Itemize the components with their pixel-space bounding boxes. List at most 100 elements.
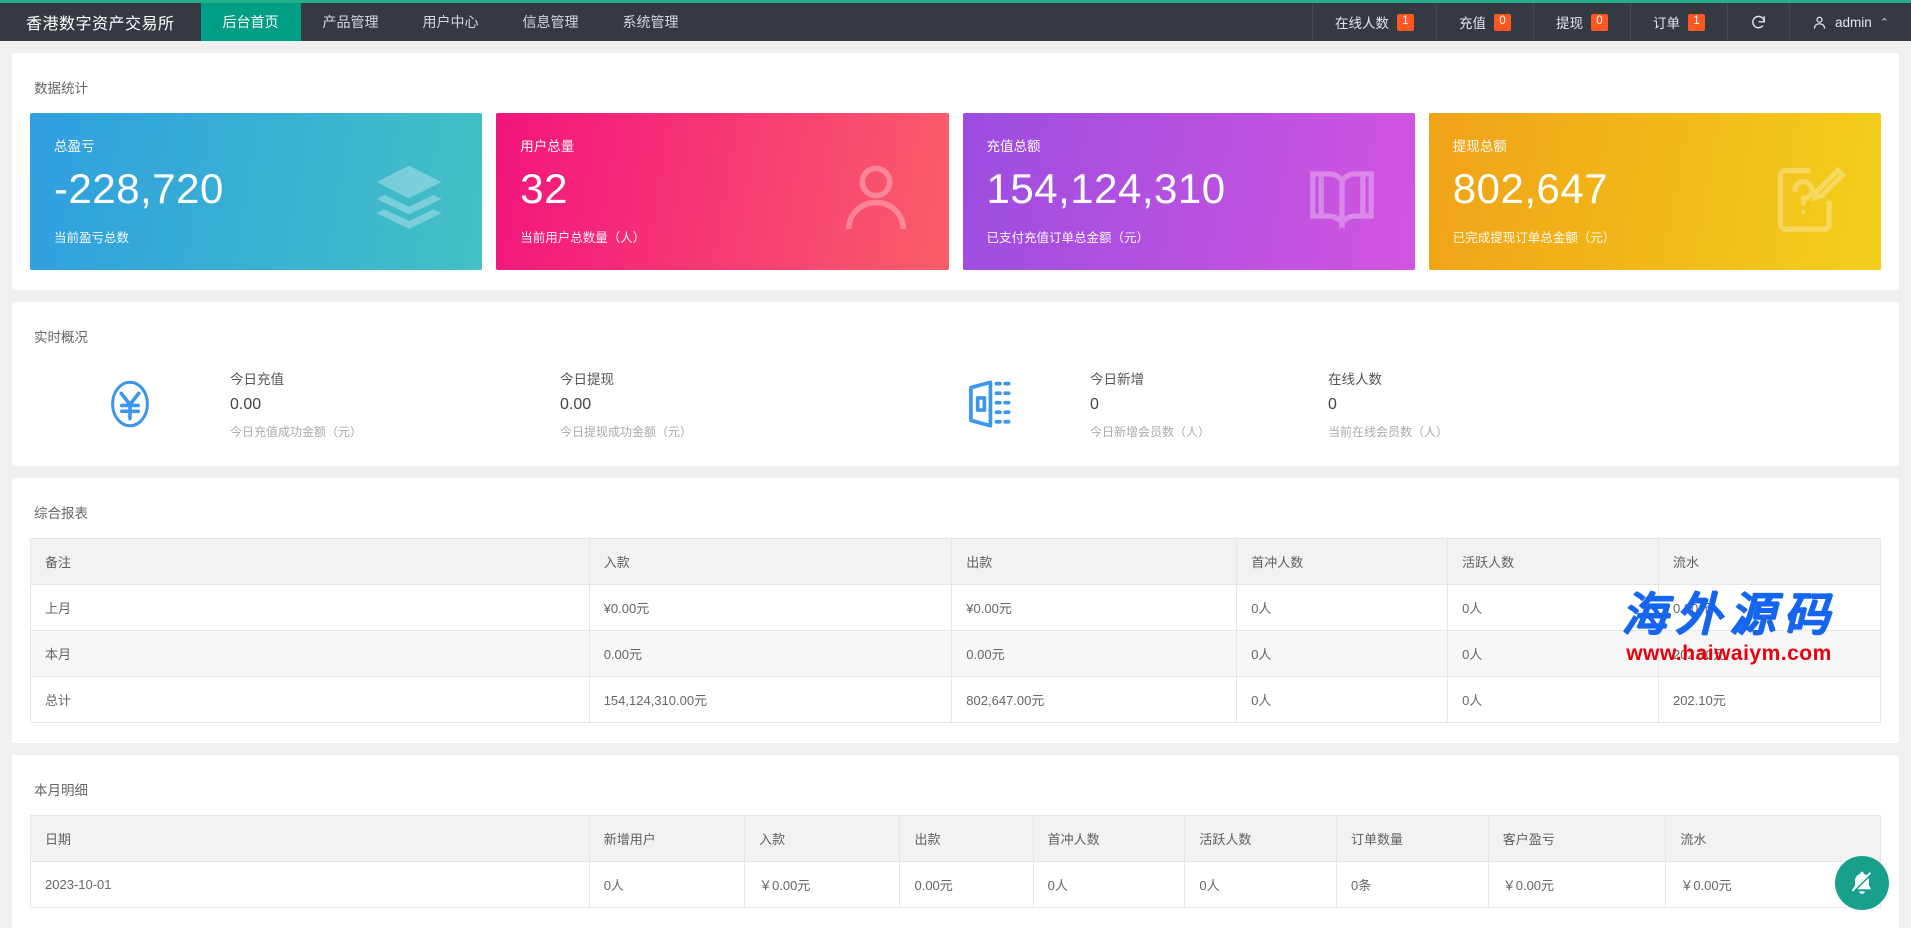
- realtime-right-icon-cell: [890, 378, 1090, 430]
- report-cell: 0人: [1237, 677, 1448, 723]
- report-cell: 上月: [31, 585, 590, 631]
- detail-col-new-users: 新增用户: [589, 816, 744, 862]
- user-icon: [837, 159, 915, 237]
- detail-table-header-row: 日期 新增用户 入款 出款 首冲人数 活跃人数 订单数量 客户盈亏 流水: [31, 816, 1881, 862]
- stat-card-total-recharge[interactable]: 充值总额 154,124,310 已支付充值订单总金额（元）: [963, 113, 1415, 270]
- stat-card-total-withdraw[interactable]: 提现总额 802,647 已完成提现订单总金额（元）: [1429, 113, 1881, 270]
- top-navigation-bar: 香港数字资产交易所 后台首页 产品管理 用户中心 信息管理 系统管理 在线人数 …: [0, 0, 1911, 41]
- report-cell: 0.00元: [589, 631, 952, 677]
- detail-table: 日期 新增用户 入款 出款 首冲人数 活跃人数 订单数量 客户盈亏 流水 202…: [30, 815, 1881, 908]
- header-right-group: 在线人数 1 充值 0 提现 0 订单 1 admin ⌃: [1312, 3, 1911, 41]
- header-orders-label: 订单: [1653, 12, 1680, 32]
- realtime-item-sub: 今日充值成功金额（元）: [230, 423, 560, 440]
- realtime-item-value: 0: [1090, 396, 1328, 414]
- report-col-first-deposit: 首冲人数: [1237, 539, 1448, 585]
- stat-card-label: 用户总量: [520, 135, 924, 155]
- report-cell: 0人: [1448, 677, 1659, 723]
- nav-item-system-management[interactable]: 系统管理: [601, 3, 701, 41]
- header-withdraw[interactable]: 提现 0: [1533, 3, 1630, 41]
- report-panel-title: 综合报表: [34, 502, 1881, 522]
- realtime-item-today-withdraw: 今日提现 0.00 今日提现成功金额（元）: [560, 368, 890, 440]
- table-row: 2023-10-01 0人 ￥0.00元 0.00元 0人 0人 0条 ￥0.0…: [31, 862, 1881, 908]
- detail-cell: 0人: [589, 862, 744, 908]
- report-cell: 总计: [31, 677, 590, 723]
- yuan-currency-icon: [101, 375, 159, 433]
- realtime-item-value: 0.00: [230, 396, 560, 414]
- realtime-item-title: 今日新增: [1090, 368, 1328, 388]
- detail-cell: 0.00元: [900, 862, 1033, 908]
- nav-item-product-management[interactable]: 产品管理: [301, 3, 401, 41]
- stat-card-total-pnl[interactable]: 总盈亏 -228,720 当前盈亏总数: [30, 113, 482, 270]
- edit-note-icon: [1769, 159, 1847, 237]
- chevron-up-icon: ⌃: [1880, 16, 1889, 29]
- stat-card-label: 总盈亏: [54, 135, 458, 155]
- realtime-item-today-new-users: 今日新增 0 今日新增会员数（人）: [1090, 368, 1328, 440]
- realtime-item-title: 在线人数: [1328, 368, 1566, 388]
- realtime-item-value: 0: [1328, 396, 1566, 414]
- realtime-item-value: 0.00: [560, 396, 890, 414]
- header-online-count-label: 在线人数: [1335, 12, 1389, 32]
- user-menu[interactable]: admin ⌃: [1789, 3, 1911, 41]
- stat-card-list: 总盈亏 -228,720 当前盈亏总数 用户总量 32 当前用户总数量（人） 充…: [30, 113, 1881, 270]
- header-online-count-badge: 1: [1397, 14, 1414, 31]
- page-content: 数据统计 总盈亏 -228,720 当前盈亏总数 用户总量 32 当前用户总数量…: [0, 41, 1911, 928]
- report-cell: 0人: [1237, 631, 1448, 677]
- report-col-active-users: 活跃人数: [1448, 539, 1659, 585]
- header-orders[interactable]: 订单 1: [1630, 3, 1727, 41]
- detail-col-order-count: 订单数量: [1337, 816, 1489, 862]
- main-nav: 后台首页 产品管理 用户中心 信息管理 系统管理: [201, 3, 701, 41]
- report-cell: 202.10元: [1658, 631, 1880, 677]
- report-cell: 202.10元: [1658, 677, 1880, 723]
- stat-card-label: 充值总额: [987, 135, 1391, 155]
- report-cell: 本月: [31, 631, 590, 677]
- header-online-count[interactable]: 在线人数 1: [1312, 3, 1436, 41]
- report-table: 备注 入款 出款 首冲人数 活跃人数 流水 上月 ¥0.00元 ¥0.00元 0…: [30, 538, 1881, 723]
- detail-col-date: 日期: [31, 816, 590, 862]
- door-open-icon: [964, 378, 1016, 430]
- report-col-turnover: 流水: [1658, 539, 1880, 585]
- realtime-item-sub: 今日新增会员数（人）: [1090, 423, 1328, 440]
- detail-panel: 本月明细 日期 新增用户 入款 出款 首冲人数 活跃人数 订单数量 客户盈亏 流…: [12, 755, 1899, 928]
- detail-col-deposit: 入款: [745, 816, 900, 862]
- header-recharge-badge: 0: [1494, 14, 1511, 31]
- brand-title: 香港数字资产交易所: [0, 3, 201, 41]
- stat-card-label: 提现总额: [1453, 135, 1857, 155]
- report-cell: ¥0.00元: [952, 585, 1237, 631]
- report-col-withdraw: 出款: [952, 539, 1237, 585]
- nav-item-user-center[interactable]: 用户中心: [401, 3, 501, 41]
- realtime-item-title: 今日提现: [560, 368, 890, 388]
- stat-card-total-users[interactable]: 用户总量 32 当前用户总数量（人）: [496, 113, 948, 270]
- detail-panel-title: 本月明细: [34, 779, 1881, 799]
- detail-cell: 0人: [1033, 862, 1185, 908]
- realtime-panel-title: 实时概况: [34, 326, 1881, 346]
- realtime-left-icon-cell: [30, 375, 230, 433]
- detail-col-turnover: 流水: [1666, 816, 1881, 862]
- detail-col-customer-pnl: 客户盈亏: [1488, 816, 1666, 862]
- realtime-panel: 实时概况 今日充值 0.00 今日充值成功金额（元） 今日提现 0.00 今日提…: [12, 302, 1899, 466]
- detail-cell: ￥0.00元: [745, 862, 900, 908]
- username-label: admin: [1835, 15, 1872, 30]
- bell-muted-icon: [1848, 869, 1876, 897]
- table-row: 本月 0.00元 0.00元 0人 0人 202.10元: [31, 631, 1881, 677]
- header-withdraw-badge: 0: [1591, 14, 1608, 31]
- realtime-item-title: 今日充值: [230, 368, 560, 388]
- refresh-button[interactable]: [1727, 3, 1789, 41]
- header-recharge[interactable]: 充值 0: [1436, 3, 1533, 41]
- refresh-icon: [1750, 14, 1767, 31]
- header-withdraw-label: 提现: [1556, 12, 1583, 32]
- report-col-deposit: 入款: [589, 539, 952, 585]
- detail-col-active-users: 活跃人数: [1185, 816, 1337, 862]
- detail-cell: 0人: [1185, 862, 1337, 908]
- detail-cell: 0条: [1337, 862, 1489, 908]
- notification-toggle-button[interactable]: [1835, 856, 1889, 910]
- report-cell: 154,124,310.00元: [589, 677, 952, 723]
- nav-item-info-management[interactable]: 信息管理: [501, 3, 601, 41]
- layers-icon: [370, 159, 448, 237]
- report-col-remark: 备注: [31, 539, 590, 585]
- realtime-item-today-recharge: 今日充值 0.00 今日充值成功金额（元）: [230, 368, 560, 440]
- header-orders-badge: 1: [1688, 14, 1705, 31]
- table-row: 总计 154,124,310.00元 802,647.00元 0人 0人 202…: [31, 677, 1881, 723]
- report-table-header-row: 备注 入款 出款 首冲人数 活跃人数 流水: [31, 539, 1881, 585]
- report-cell: 0.00元: [1658, 585, 1880, 631]
- nav-item-dashboard[interactable]: 后台首页: [201, 3, 301, 41]
